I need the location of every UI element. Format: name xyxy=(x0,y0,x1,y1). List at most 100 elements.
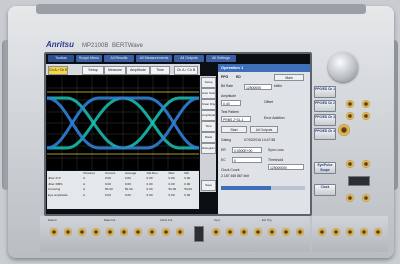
rf-connector xyxy=(106,228,114,236)
clear-display-button[interactable]: Clear Display xyxy=(201,99,216,110)
eye-diagram xyxy=(46,76,201,170)
rf-connector xyxy=(362,194,370,202)
rf-connector xyxy=(374,228,382,236)
channel-b-button[interactable]: Ch A / Ch B xyxy=(174,66,198,75)
ppg-label: PPG xyxy=(221,75,229,79)
tab-all-measurements[interactable]: All Measurements xyxy=(136,55,172,62)
test-pattern-field[interactable]: PRBS 2^31-1 xyxy=(221,116,251,122)
tab-all-settings[interactable]: All Settings xyxy=(206,55,236,62)
bottom-label-sync: Sync xyxy=(214,218,221,222)
rf-connector xyxy=(338,124,350,136)
usb-port xyxy=(194,226,204,242)
side-time-button[interactable]: Time xyxy=(201,121,216,132)
mask-button[interactable]: Mask xyxy=(201,132,216,143)
series-name: BERTWave xyxy=(112,43,144,49)
eye-diagram-display[interactable] xyxy=(46,76,201,170)
module-button-ch1[interactable]: PPG/ED Ch 1 xyxy=(314,86,336,98)
rf-connector xyxy=(346,100,354,108)
brand-logo: Anritsu xyxy=(46,40,74,49)
threshold-field[interactable]: 125000000 xyxy=(268,164,304,170)
gating-label: Gating xyxy=(221,138,231,142)
ppg-ed-panel: Operation 1 PPG ED Main Bit Rate 1250000… xyxy=(218,64,310,214)
amplitude-field[interactable]: 0.40 xyxy=(221,100,241,106)
module-button-clock[interactable]: Clock xyxy=(314,184,336,196)
rf-connector xyxy=(346,194,354,202)
rf-connector xyxy=(362,160,370,168)
rf-connector xyxy=(92,228,100,236)
sync-loss-label: Sync Loss xyxy=(268,148,284,152)
tab-all-outputs[interactable]: All Outputs xyxy=(174,55,204,62)
start-button[interactable]: Start xyxy=(221,126,247,133)
tab-toolbar[interactable]: Toolbar xyxy=(48,55,74,62)
rf-connector xyxy=(78,228,86,236)
side-setup-button[interactable]: Setup xyxy=(201,77,216,88)
rf-connector xyxy=(332,228,340,236)
amplitude-button[interactable]: Amplitude xyxy=(126,66,150,75)
channel-a-button[interactable]: Ch A / Ch B xyxy=(48,66,68,75)
bitrate-field[interactable]: 12500000 xyxy=(244,84,272,90)
measure-button[interactable]: Measure xyxy=(104,66,126,75)
scope-side-menu: Setup Auto Scale Clear Display Amplitude… xyxy=(200,76,216,192)
time-button[interactable]: Time xyxy=(150,66,170,75)
auto-scale-button[interactable]: Auto Scale xyxy=(201,88,216,99)
bottom-label-clock-out: Clock Out xyxy=(160,218,173,222)
rf-connector xyxy=(134,228,142,236)
model-number: MP2100B xyxy=(82,43,109,49)
top-carry-handle xyxy=(36,4,366,14)
tab-scope-menu[interactable]: Scope Menu xyxy=(76,55,102,62)
ed-label: ED xyxy=(236,75,241,79)
rf-connector xyxy=(346,112,354,120)
bitrate-label: Bit Rate xyxy=(221,84,234,88)
error-addition-label: Error Addition xyxy=(264,116,285,120)
rf-connector xyxy=(346,228,354,236)
rf-connector xyxy=(296,228,304,236)
ppg-panel-header: Operation 1 xyxy=(218,64,310,72)
er-label: ER xyxy=(221,148,226,152)
rf-connector xyxy=(226,228,234,236)
rf-connector xyxy=(240,228,248,236)
module-button-ch4[interactable]: PPG/ED Ch 4 xyxy=(314,128,336,140)
rf-connector xyxy=(360,228,368,236)
error-rate-field: 0.0000E+00 xyxy=(232,147,262,153)
progress-fill xyxy=(221,186,272,190)
module-button-scope[interactable]: Eye/Pulse Scope xyxy=(314,162,336,174)
module-button-ch3[interactable]: PPG/ED Ch 3 xyxy=(314,114,336,126)
save-button[interactable]: Save xyxy=(201,180,216,191)
measurement-table: Channel Current Average Std.Dev. Max Min… xyxy=(47,171,199,209)
rf-connector xyxy=(346,160,354,168)
rf-connector xyxy=(254,228,262,236)
rf-connector xyxy=(362,100,370,108)
tab-all-results[interactable]: All Results xyxy=(104,55,134,62)
ec-label: EC xyxy=(221,158,226,162)
rf-connector xyxy=(148,228,156,236)
rf-connector xyxy=(50,228,58,236)
clock-count-label: Clock Count xyxy=(221,168,240,172)
rf-connector xyxy=(64,228,72,236)
rf-connector xyxy=(162,228,170,236)
setup-button[interactable]: Setup xyxy=(82,66,104,75)
test-pattern-label: Test Pattern xyxy=(221,110,240,114)
rf-connector xyxy=(176,228,184,236)
table-row[interactable]: Eye Amplitude A 0.00 0.00 0.00 0.00 0.00 xyxy=(47,193,199,198)
bottom-label-data-in: Data In xyxy=(48,218,58,222)
clock-count-value: 2.187 465 867 kbit xyxy=(221,174,249,178)
bottom-label-data-out: Data Out xyxy=(104,218,116,222)
histogram-button[interactable]: Histogram xyxy=(201,143,216,154)
rf-connector xyxy=(268,228,276,236)
rf-connector xyxy=(212,228,220,236)
rf-connector xyxy=(362,112,370,120)
offset-label: Offset xyxy=(264,100,273,104)
side-amplitude-button[interactable]: Amplitude xyxy=(201,110,216,121)
main-button[interactable]: Main xyxy=(274,74,304,81)
rf-connector xyxy=(318,228,326,236)
progress-bar xyxy=(221,186,305,190)
amplitude-label: Amplitude xyxy=(221,94,237,98)
sfp-port xyxy=(348,176,370,186)
module-button-ch2[interactable]: PPG/ED Ch 2 xyxy=(314,100,336,112)
rf-connector xyxy=(282,228,290,236)
bitrate-unit: kbit/s xyxy=(274,84,282,88)
scope-toolbar: Ch A / Ch B Setup Measure Amplitude Time… xyxy=(46,64,200,75)
touch-screen[interactable]: Toolbar Scope Menu All Results All Measu… xyxy=(44,52,312,216)
all-outputs-button[interactable]: All Outputs xyxy=(250,126,278,133)
rf-connector xyxy=(120,228,128,236)
